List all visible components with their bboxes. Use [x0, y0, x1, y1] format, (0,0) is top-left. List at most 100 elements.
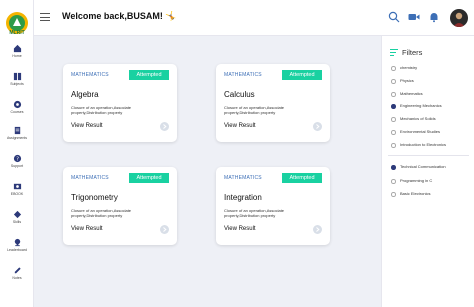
radio-icon[interactable]	[391, 117, 396, 122]
card-description: Closure of an operation,Associate proper…	[71, 105, 132, 115]
filter-option-physics[interactable]: Physics	[391, 77, 414, 85]
filter-option-programming-in-c[interactable]: Programming in C	[391, 177, 433, 185]
welcome-message: Welcome back,BUSAM! 🤸	[62, 11, 177, 21]
filter-option-label: chemistry	[400, 65, 418, 70]
radio-icon[interactable]	[391, 192, 396, 197]
filter-option-label: Technical Communication	[400, 164, 446, 169]
filter-option-mathematics[interactable]: Mathematics	[391, 90, 423, 98]
radio-icon[interactable]	[391, 179, 396, 184]
home-icon	[13, 44, 21, 53]
radio-icon[interactable]	[391, 92, 396, 97]
video-icon[interactable]	[408, 11, 420, 23]
brand-name: MLRIT	[9, 30, 25, 36]
filter-option-label: Environmental Studies	[400, 129, 441, 134]
top-header: Welcome back,BUSAM! 🤸	[34, 0, 474, 36]
nav-item-ebook[interactable]: EBOOK	[0, 182, 34, 206]
courses-icon	[13, 100, 21, 109]
filter-option-label: Mechanics of Solids	[400, 116, 436, 121]
card-title: Calculus	[224, 90, 255, 99]
filter-option-technical-communication[interactable]: Technical Communication	[391, 163, 446, 171]
arrow-right-icon[interactable]	[313, 122, 322, 131]
card-description: Closure of an operation,Associate proper…	[224, 208, 285, 218]
filter-divider	[388, 155, 469, 156]
skills-icon	[13, 210, 21, 219]
view-result-link[interactable]: View Result	[71, 226, 103, 232]
nav-item-support[interactable]: ? Support	[0, 154, 34, 178]
view-result-link[interactable]: View Result	[71, 123, 103, 129]
status-badge: Attempted	[129, 173, 169, 183]
radio-selected-icon[interactable]	[391, 165, 396, 170]
radio-icon[interactable]	[391, 79, 396, 84]
nav-item-notes[interactable]: Notes	[0, 266, 34, 290]
assessment-grid: MATHEMATICS Attempted Algebra Closure of…	[34, 36, 381, 307]
nav-item-label: Subjects	[10, 82, 24, 86]
nav-item-label: Courses	[10, 110, 24, 114]
card-description: Closure of an operation,Associate proper…	[224, 105, 285, 115]
assessment-card: MATHEMATICS Attempted Calculus Closure o…	[216, 64, 330, 142]
filter-option-label: Programming in C	[400, 178, 433, 183]
bell-icon[interactable]	[428, 11, 440, 23]
nav-item-leaderboard[interactable]: Leaderboard	[0, 238, 34, 262]
clipboard-icon	[14, 126, 20, 135]
nav-item-skills[interactable]: Skills	[0, 210, 34, 234]
nav-item-courses[interactable]: Courses	[0, 100, 34, 124]
nav-item-home[interactable]: Home	[0, 44, 34, 68]
left-navigation-rail: MLRIT Home Subjects Courses Assignments …	[0, 0, 34, 307]
filter-list-icon	[390, 49, 398, 56]
arrow-right-icon[interactable]	[160, 225, 169, 234]
card-title: Algebra	[71, 90, 99, 99]
filters-panel: Filters chemistry Physics Mathematics En…	[381, 36, 474, 307]
status-badge: Attempted	[282, 173, 322, 183]
assessment-card: MATHEMATICS Attempted Integration Closur…	[216, 167, 330, 245]
filter-option-label: Basic Electronics	[400, 191, 431, 196]
card-subject: MATHEMATICS	[71, 175, 109, 181]
view-result-link[interactable]: View Result	[224, 226, 256, 232]
card-subject: MATHEMATICS	[224, 72, 262, 78]
trophy-icon	[14, 238, 20, 247]
filter-option-introduction-to-electronics[interactable]: Introduction to Electronics	[391, 141, 447, 149]
view-result-link[interactable]: View Result	[224, 123, 256, 129]
status-badge: Attempted	[282, 70, 322, 80]
svg-text:?: ?	[16, 156, 19, 162]
assessment-card: MATHEMATICS Attempted Trigonometry Closu…	[63, 167, 177, 245]
menu-icon[interactable]	[40, 13, 50, 21]
book-icon	[13, 72, 21, 81]
user-avatar-icon	[453, 12, 465, 27]
app-root: MLRIT Home Subjects Courses Assignments …	[0, 0, 474, 307]
card-subject: MATHEMATICS	[224, 175, 262, 181]
arrow-right-icon[interactable]	[313, 225, 322, 234]
filters-title: Filters	[402, 48, 423, 57]
help-icon: ?	[13, 154, 21, 162]
nav-item-label: Support	[10, 164, 24, 168]
filter-option-mechanics-of-solids[interactable]: Mechanics of Solids	[391, 115, 436, 123]
nav-item-subjects[interactable]: Subjects	[0, 72, 34, 96]
pencil-icon	[14, 267, 21, 274]
filter-option-basic-electronics[interactable]: Basic Electronics	[391, 190, 431, 198]
nav-item-label: Notes	[12, 276, 22, 280]
ebook-icon	[13, 183, 21, 190]
filter-option-chemistry[interactable]: chemistry	[391, 64, 418, 72]
nav-item-label: Home	[12, 54, 22, 58]
card-title: Trigonometry	[71, 193, 118, 202]
radio-icon[interactable]	[391, 130, 396, 135]
card-description: Closure of an operation,Associate proper…	[71, 208, 132, 218]
radio-selected-icon[interactable]	[391, 104, 396, 109]
card-title: Integration	[224, 193, 262, 202]
nav-item-label: Skills	[12, 220, 22, 224]
filter-option-label: Mathematics	[400, 91, 423, 96]
filter-option-label: Engineering Mechanics	[400, 103, 442, 108]
nav-item-assignments[interactable]: Assignments	[0, 126, 34, 150]
status-badge: Attempted	[129, 70, 169, 80]
filter-option-environmental-studies[interactable]: Environmental Studies	[391, 128, 441, 136]
arrow-right-icon[interactable]	[160, 122, 169, 131]
radio-icon[interactable]	[391, 66, 396, 71]
filter-option-label: Physics	[400, 78, 414, 83]
nav-item-label: Leaderboard	[7, 248, 27, 252]
radio-icon[interactable]	[391, 143, 396, 148]
user-avatar[interactable]	[450, 9, 468, 27]
search-icon[interactable]	[388, 11, 400, 23]
nav-item-label: EBOOK	[10, 192, 24, 196]
assessment-card: MATHEMATICS Attempted Algebra Closure of…	[63, 64, 177, 142]
filter-option-engineering-mechanics[interactable]: Engineering Mechanics	[391, 102, 442, 110]
filter-option-label: Introduction to Electronics	[400, 142, 447, 147]
